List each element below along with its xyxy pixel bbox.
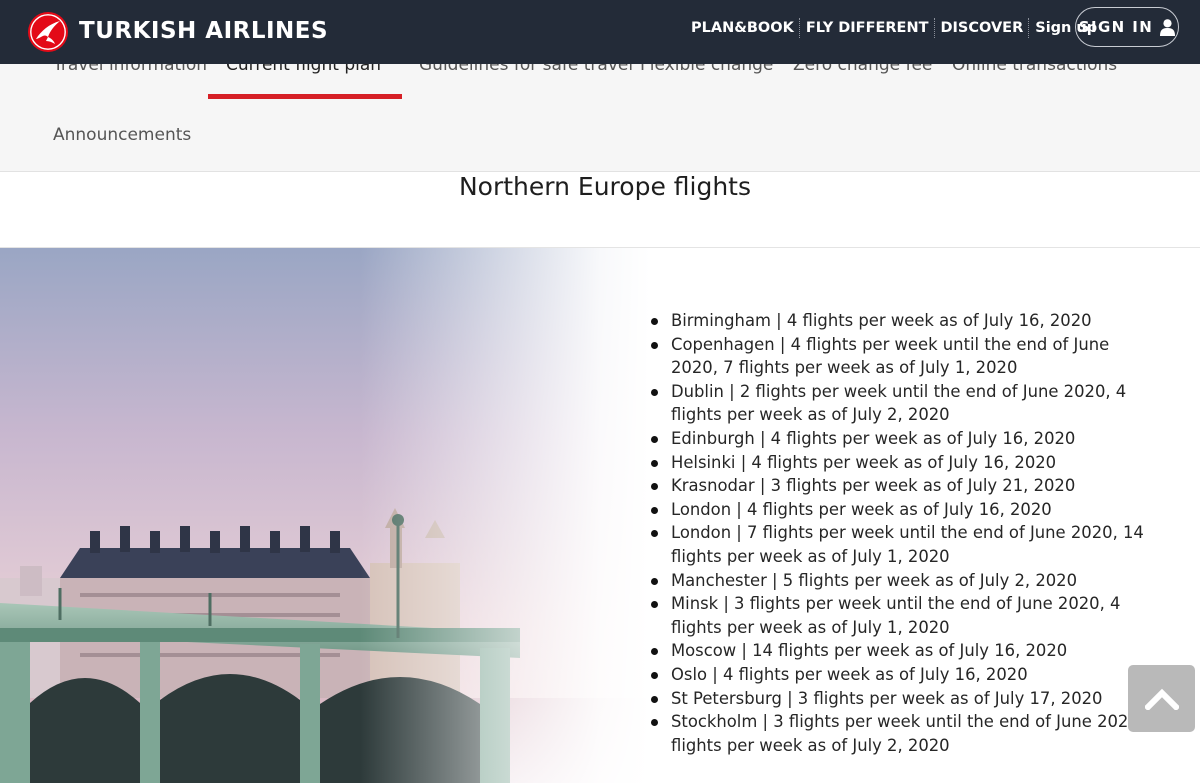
nav-fly-different[interactable]: FLY DIFFERENT <box>801 17 934 39</box>
user-icon <box>1160 18 1176 36</box>
sign-in-button[interactable]: SIGN IN <box>1075 7 1179 47</box>
chevron-up-icon <box>1144 688 1179 710</box>
flight-list: Birmingham | 4 flights per week as of Ju… <box>645 309 1160 757</box>
list-item: Manchester | 5 flights per week as of Ju… <box>645 569 1160 593</box>
tab-flexible-change[interactable]: Flexible change <box>640 64 773 76</box>
list-item: Helsinki | 4 flights per week as of July… <box>645 451 1160 475</box>
list-item: Minsk | 3 flights per week until the end… <box>645 592 1160 639</box>
turkish-airlines-logo-icon[interactable] <box>27 11 69 53</box>
tab-online-transactions[interactable]: Online transactions <box>952 64 1117 76</box>
top-navigation: PLAN&BOOK FLY DIFFERENT DISCOVER Sign up <box>686 17 1102 39</box>
list-item: Birmingham | 4 flights per week as of Ju… <box>645 309 1160 333</box>
list-item: London | 4 flights per week as of July 1… <box>645 498 1160 522</box>
sign-in-label: SIGN IN <box>1078 18 1154 36</box>
tab-current-flight-plan[interactable]: Current flight plan <box>226 64 381 76</box>
list-item: Copenhagen | 4 flights per week until th… <box>645 333 1160 380</box>
list-item: Krasnodar | 3 flights per week as of Jul… <box>645 474 1160 498</box>
sub-navigation: Travel information Current flight plan G… <box>0 64 1200 172</box>
tab-announcements[interactable]: Announcements <box>53 124 191 146</box>
list-item: Dublin | 2 flights per week until the en… <box>645 380 1160 427</box>
list-item: Edinburgh | 4 flights per week as of Jul… <box>645 427 1160 451</box>
page-title: Northern Europe flights <box>458 172 752 201</box>
tab-travel-information[interactable]: Travel information <box>53 64 207 76</box>
tab-zero-change-fee[interactable]: Zero change fee <box>793 64 932 76</box>
list-item: Stockholm | 3 flights per week until the… <box>645 710 1160 757</box>
active-tab-indicator <box>208 94 402 99</box>
list-item: London | 7 flights per week until the en… <box>645 521 1160 568</box>
list-item: Moscow | 14 flights per week as of July … <box>645 639 1160 663</box>
list-item: St Petersburg | 3 flights per week as of… <box>645 687 1160 711</box>
tab-guidelines-safe-travel[interactable]: Guidelines for safe travel <box>419 64 633 76</box>
site-header: TURKISH AIRLINES PLAN&BOOK FLY DIFFERENT… <box>0 0 1200 64</box>
nav-plan-book[interactable]: PLAN&BOOK <box>686 17 799 39</box>
list-item: Oslo | 4 flights per week as of July 16,… <box>645 663 1160 687</box>
nav-discover[interactable]: DISCOVER <box>936 17 1029 39</box>
back-to-top-button[interactable] <box>1128 665 1195 732</box>
brand-name[interactable]: TURKISH AIRLINES <box>79 16 328 46</box>
